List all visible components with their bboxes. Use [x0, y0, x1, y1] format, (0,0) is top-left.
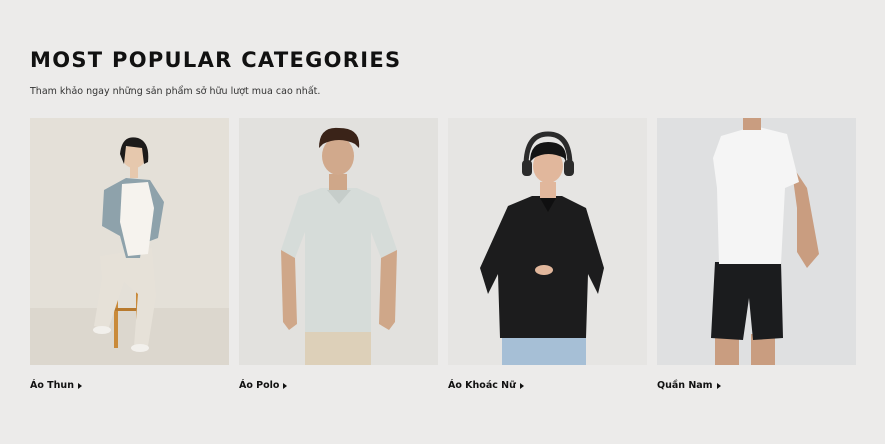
category-image-ao-polo[interactable]: [239, 118, 438, 365]
caret-right-icon: [283, 382, 288, 389]
category-label-text[interactable]: Áo Polo: [239, 380, 279, 391]
category-card-ao-thun[interactable]: Áo Thun: [30, 118, 229, 391]
popular-categories-section: MOST POPULAR CATEGORIES Tham khảo ngay n…: [0, 0, 885, 444]
category-label-ao-polo[interactable]: Áo Polo: [239, 380, 288, 391]
category-label-text[interactable]: Quần Nam: [657, 380, 713, 391]
category-card-ao-khoac-nu[interactable]: Áo Khoác Nữ: [448, 118, 647, 391]
caret-right-icon: [519, 382, 524, 389]
category-card-quan-nam[interactable]: Quần Nam: [657, 118, 856, 391]
category-image-ao-khoac-nu[interactable]: [448, 118, 647, 365]
caret-right-icon: [716, 382, 721, 389]
section-subtitle: Tham khảo ngay những sản phẩm sở hữu lượ…: [30, 86, 321, 97]
caret-right-icon: [77, 382, 82, 389]
section-title: MOST POPULAR CATEGORIES: [30, 48, 402, 72]
category-card-ao-polo[interactable]: Áo Polo: [239, 118, 438, 391]
category-image-quan-nam[interactable]: [657, 118, 856, 365]
category-label-ao-thun[interactable]: Áo Thun: [30, 380, 82, 391]
category-label-quan-nam[interactable]: Quần Nam: [657, 380, 721, 391]
category-label-ao-khoac-nu[interactable]: Áo Khoác Nữ: [448, 380, 524, 391]
category-label-text[interactable]: Áo Thun: [30, 380, 74, 391]
category-image-ao-thun[interactable]: [30, 118, 229, 365]
category-label-text[interactable]: Áo Khoác Nữ: [448, 380, 516, 391]
category-grid: Áo Thun Áo Polo Áo Khoác Nữ Quần Nam: [30, 118, 856, 403]
